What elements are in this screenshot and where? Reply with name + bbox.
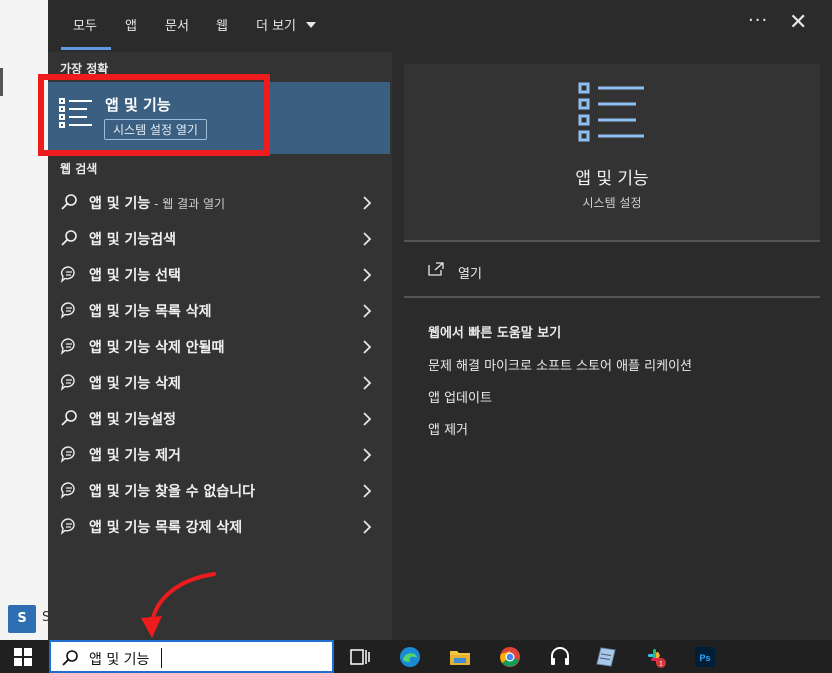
list-settings-icon (578, 82, 644, 142)
chevron-right-icon[interactable] (360, 231, 374, 246)
search-icon (60, 193, 78, 211)
search-input[interactable]: 앱 및 기능 (89, 649, 149, 669)
web-result-row[interactable]: 앱 및 기능 목록 강제 삭제 (48, 508, 390, 544)
web-result-label: 앱 및 기능 - 웹 결과 열기 (89, 196, 226, 212)
web-result-label: 앱 및 기능 삭제 (89, 376, 181, 392)
chevron-right-icon[interactable] (360, 339, 374, 354)
web-result-row[interactable]: 앱 및 기능검색 (48, 220, 390, 256)
web-result-label: 앱 및 기능 선택 (89, 268, 181, 284)
results-list: 가장 정확 앱 및 기능 시스템 설정 열기 웹 검색 앱 및 기능 - 웹 결… (38, 52, 392, 640)
chevron-right-icon[interactable] (360, 411, 374, 426)
task-view-icon[interactable] (349, 646, 371, 668)
web-result-label: 앱 및 기능설정 (89, 412, 177, 428)
chevron-right-icon[interactable] (360, 447, 374, 462)
divider (404, 240, 820, 242)
edge-icon[interactable] (399, 646, 421, 668)
web-result-row[interactable]: 앱 및 기능 삭제 안될때 (48, 328, 390, 364)
file-explorer-icon[interactable] (449, 646, 471, 668)
taskbar: 앱 및 기능 1 Ps (0, 640, 832, 673)
tab-documents[interactable]: 문서 (165, 15, 189, 34)
chat-icon (60, 481, 78, 499)
search-icon (60, 409, 78, 427)
background-app-tile[interactable]: S (8, 605, 36, 633)
web-result-label: 앱 및 기능 찾을 수 없습니다 (89, 484, 256, 500)
preview-title: 앱 및 기능 (575, 169, 649, 189)
web-result-label: 앱 및 기능검색 (89, 232, 177, 248)
windows-start-icon[interactable] (14, 648, 32, 666)
web-result-row[interactable]: 앱 및 기능 제거 (48, 436, 390, 472)
chevron-right-icon[interactable] (360, 303, 374, 318)
search-icon (62, 650, 78, 666)
help-link[interactable]: 문제 해결 마이크로 소프트 스토어 애플 리케이션 (428, 355, 692, 374)
notepad-icon[interactable] (595, 646, 617, 668)
chat-icon (60, 337, 78, 355)
chat-icon (60, 445, 78, 463)
active-tab-indicator (61, 47, 111, 50)
search-tabs: 모두 앱 문서 웹 더 보기 ··· ✕ (48, 0, 832, 52)
open-action[interactable]: 열기 (404, 244, 820, 296)
chat-icon (60, 373, 78, 391)
web-result-label: 앱 및 기능 목록 강제 삭제 (89, 520, 243, 536)
background-selection-bar (0, 68, 3, 96)
preview-subtitle: 시스템 설정 (582, 196, 642, 210)
tab-web[interactable]: 웹 (216, 15, 228, 34)
tab-more[interactable]: 더 보기 (256, 15, 296, 34)
chevron-right-icon[interactable] (360, 195, 374, 210)
divider (404, 296, 820, 298)
web-result-row[interactable]: 앱 및 기능 선택 (48, 256, 390, 292)
search-panel: 모두 앱 문서 웹 더 보기 ··· ✕ 가장 정확 앱 및 기능 시스템 설정 (38, 0, 832, 640)
web-result-row[interactable]: 앱 및 기능 목록 삭제 (48, 292, 390, 328)
search-icon (60, 229, 78, 247)
chevron-down-icon (306, 22, 316, 28)
web-result-label: 앱 및 기능 제거 (89, 448, 181, 464)
web-result-row[interactable]: 앱 및 기능 - 웹 결과 열기 (48, 184, 390, 220)
chevron-right-icon[interactable] (360, 267, 374, 282)
web-result-row[interactable]: 앱 및 기능 찾을 수 없습니다 (48, 472, 390, 508)
web-result-suffix: - 웹 결과 열기 (150, 197, 226, 211)
chat-icon (60, 265, 78, 283)
open-external-icon (428, 262, 444, 276)
help-link[interactable]: 앱 제거 (428, 419, 468, 438)
chevron-right-icon[interactable] (360, 519, 374, 534)
photoshop-icon[interactable]: Ps (694, 646, 716, 668)
close-button[interactable]: ✕ (789, 11, 807, 35)
annotation-arrow (141, 572, 216, 638)
annotation-red-box (38, 74, 270, 156)
chat-icon (60, 517, 78, 535)
web-result-label: 앱 및 기능 목록 삭제 (89, 304, 212, 320)
text-cursor (161, 648, 162, 668)
chrome-icon[interactable] (499, 646, 521, 668)
web-result-label: 앱 및 기능 삭제 안될때 (89, 340, 225, 356)
tab-apps[interactable]: 앱 (125, 15, 137, 34)
web-result-row[interactable]: 앱 및 기능설정 (48, 400, 390, 436)
help-link[interactable]: 앱 업데이트 (428, 387, 492, 406)
taskbar-search-box[interactable]: 앱 및 기능 (49, 640, 334, 673)
options-button[interactable]: ··· (748, 10, 768, 31)
preview-pane: 앱 및 기능 시스템 설정 열기 웹에서 빠른 도움말 보기 문제 해결 마이크… (404, 64, 820, 640)
chat-icon (60, 301, 78, 319)
notification-badge: 1 (659, 661, 663, 668)
chevron-right-icon[interactable] (360, 483, 374, 498)
preview-header: 앱 및 기능 시스템 설정 (404, 64, 820, 242)
tab-all[interactable]: 모두 (73, 15, 97, 34)
web-help-header: 웹에서 빠른 도움말 보기 (428, 326, 562, 341)
photoshop-label: Ps (699, 653, 710, 663)
web-search-header: 웹 검색 (60, 162, 98, 176)
chevron-right-icon[interactable] (360, 375, 374, 390)
open-label: 열기 (458, 267, 482, 282)
web-result-row[interactable]: 앱 및 기능 삭제 (48, 364, 390, 400)
headset-icon[interactable] (549, 646, 571, 668)
slack-icon[interactable]: 1 (645, 646, 667, 668)
